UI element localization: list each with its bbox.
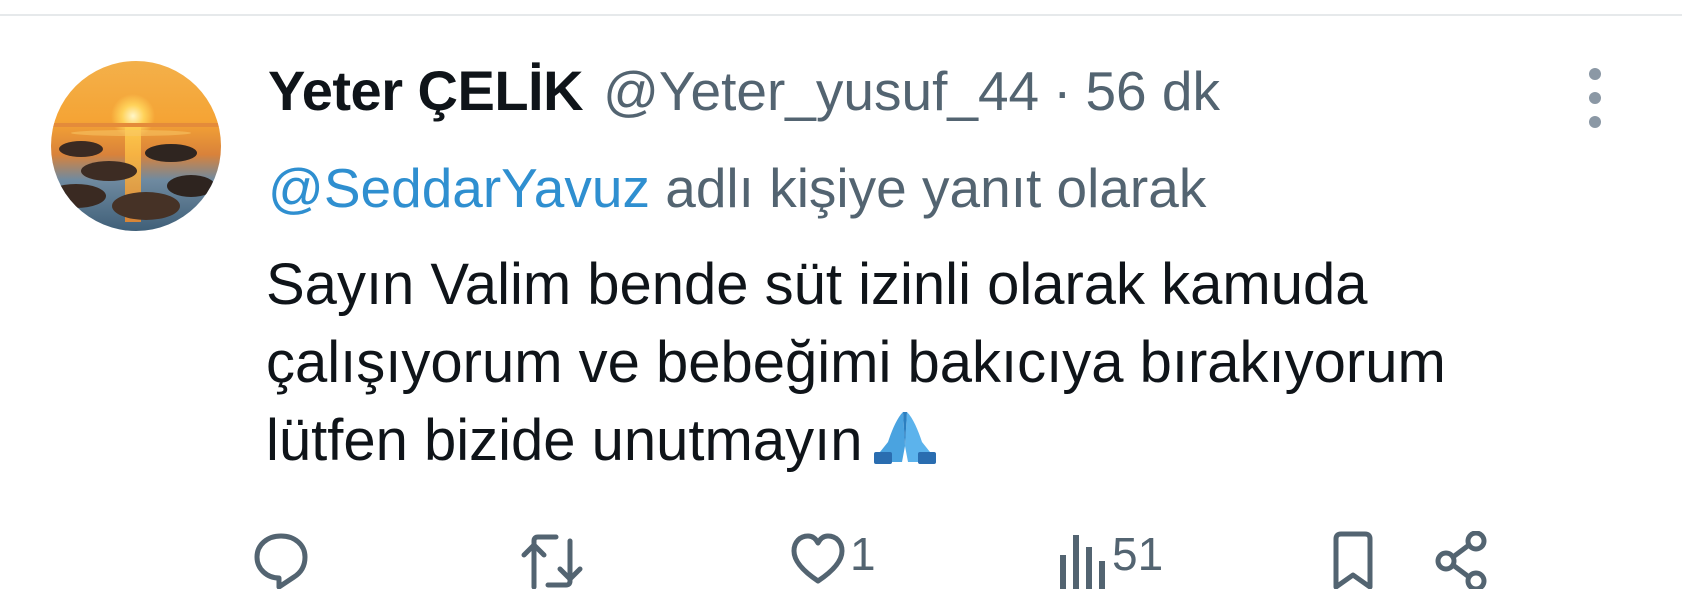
- retweet-icon: [521, 534, 583, 589]
- avatar[interactable]: [51, 61, 221, 231]
- bookmark-icon: [1333, 531, 1373, 589]
- reply-button[interactable]: [252, 531, 310, 589]
- avatar-sunset-image: [51, 61, 221, 231]
- tweet-text-line-last: lütfen bizide unutmayın: [266, 402, 1626, 486]
- tweet-text-line-content: lütfen bizide unutmayın: [266, 408, 863, 473]
- more-dot: [1589, 68, 1601, 80]
- tweet-text-line: çalışıyorum ve bebeğimi bakıcıya bırakıy…: [266, 330, 1446, 395]
- retweet-button[interactable]: [520, 531, 584, 589]
- timestamp[interactable]: 56 dk: [1085, 59, 1220, 123]
- reply-suffix: adlı kişiye yanıt olarak: [649, 157, 1207, 219]
- views-icon: [1060, 535, 1105, 589]
- tweet-header: Yeter ÇELİK @Yeter_yusuf_44 · 56 dk: [268, 58, 1220, 138]
- heart-icon: [791, 533, 845, 584]
- share-icon: [1435, 531, 1487, 589]
- tweet-text-line: Sayın Valim bende süt izinli olarak kamu…: [266, 252, 1368, 317]
- reply-icon: [254, 533, 308, 589]
- reply-context: @SeddarYavuz adlı kişiye yanıt olarak: [268, 156, 1206, 220]
- more-dot: [1589, 92, 1601, 104]
- more-dot: [1589, 116, 1601, 128]
- tweet-actions-bar: 1 51: [0, 531, 1682, 601]
- like-button[interactable]: 1: [790, 531, 876, 589]
- views-count: 51: [1112, 528, 1164, 580]
- like-count: 1: [850, 528, 876, 580]
- user-handle[interactable]: @Yeter_yusuf_44: [603, 59, 1039, 123]
- header-separator: ·: [1053, 60, 1072, 122]
- views-button[interactable]: 51: [1056, 531, 1163, 589]
- folded-hands-emoji: [870, 408, 940, 486]
- tweet[interactable]: Yeter ÇELİK @Yeter_yusuf_44 · 56 dk @Sed…: [0, 16, 1682, 589]
- reply-mention-link[interactable]: @SeddarYavuz: [268, 157, 650, 219]
- bookmark-button[interactable]: [1330, 531, 1376, 589]
- share-button[interactable]: [1432, 531, 1490, 589]
- display-name[interactable]: Yeter ÇELİK: [268, 58, 584, 123]
- tweet-text: Sayın Valim bende süt izinli olarak kamu…: [266, 246, 1626, 486]
- more-options-button[interactable]: [1580, 68, 1610, 128]
